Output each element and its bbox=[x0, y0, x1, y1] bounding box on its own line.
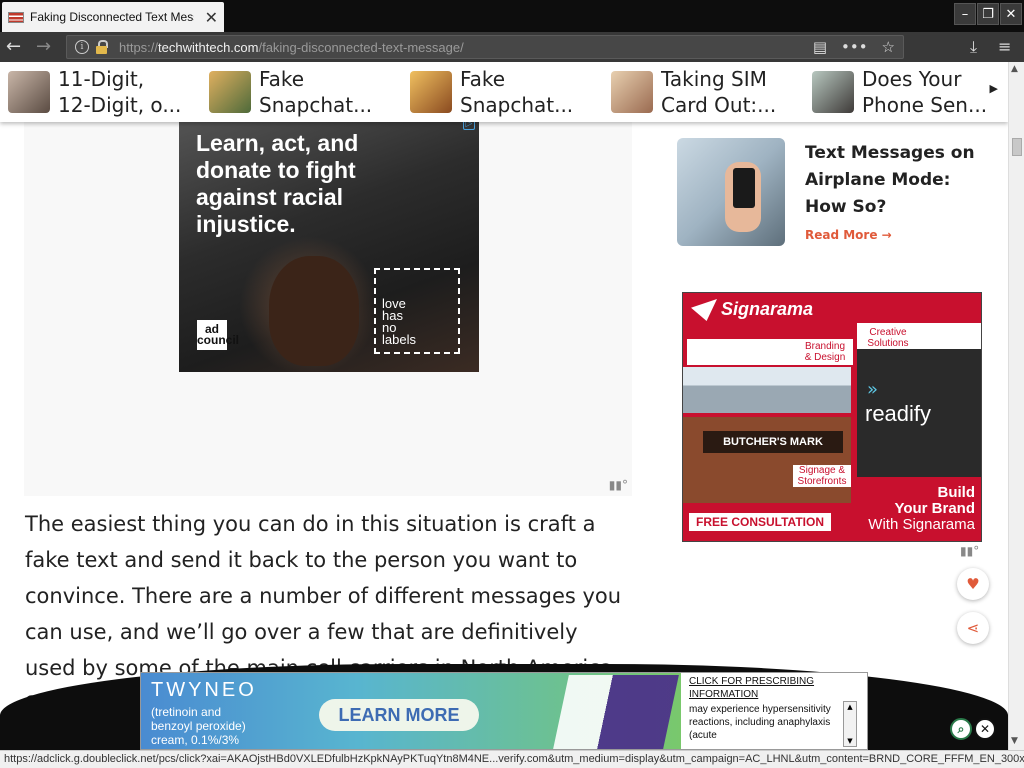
minimize-icon[interactable]: – bbox=[954, 3, 976, 25]
related-title-line: Phone Sen... bbox=[862, 93, 988, 117]
ad-network-icon[interactable]: ▮▮° bbox=[609, 478, 628, 492]
prescribing-info: CLICK FOR PRESCRIBING INFORMATION may ex… bbox=[689, 675, 839, 742]
reader-icon[interactable]: ▤ bbox=[813, 38, 827, 56]
related-articles-strip: 11-Digit, 12-Digit, o... Fake Snapchat... … bbox=[0, 62, 1008, 122]
signarama-logo-icon bbox=[691, 299, 717, 321]
scroll-thumb[interactable] bbox=[1012, 138, 1022, 156]
tagline-line: Your Brand bbox=[894, 500, 975, 517]
close-ad-icon[interactable]: ✕ bbox=[974, 718, 996, 740]
related-title-line: Fake bbox=[460, 67, 506, 91]
related-thumb bbox=[209, 71, 251, 113]
scroll-down-icon[interactable]: ▼ bbox=[844, 736, 856, 746]
related-title-line: 11-Digit, bbox=[58, 67, 145, 91]
branding-panel: Branding & Design bbox=[687, 339, 853, 365]
address-bar[interactable]: i https://techwithtech.com/faking-discon… bbox=[66, 35, 904, 59]
signage-label: Signage & Storefronts bbox=[793, 465, 851, 487]
related-title-line: 12-Digit, o... bbox=[58, 93, 182, 117]
tagline-line: Build bbox=[937, 484, 976, 501]
related-title-line: Snapchat... bbox=[460, 93, 574, 117]
info-icon[interactable]: i bbox=[75, 40, 89, 54]
ad-headline: Learn, act, and donate to fight against … bbox=[196, 130, 359, 237]
learn-more-button[interactable]: LEARN MORE bbox=[319, 699, 479, 731]
download-icon[interactable]: ⤓ bbox=[970, 37, 977, 57]
browser-tab[interactable]: Faking Disconnected Text Message ✕ bbox=[2, 2, 224, 32]
tab-close-icon[interactable]: ✕ bbox=[205, 8, 218, 27]
flag-favicon-icon bbox=[8, 11, 24, 23]
forward-icon[interactable]: → bbox=[36, 37, 51, 57]
heart-icon[interactable]: ♥ bbox=[957, 568, 989, 600]
readify-arrow-icon: » bbox=[867, 379, 879, 400]
creative-panel: Creative Solutions bbox=[857, 323, 981, 349]
product-tube-image bbox=[553, 675, 679, 749]
related-title-line: Does Your bbox=[862, 67, 962, 91]
related-thumb bbox=[410, 71, 452, 113]
ad-info-icon[interactable]: ⌕ bbox=[950, 718, 972, 740]
prescribing-info-link[interactable]: CLICK FOR PRESCRIBING INFORMATION bbox=[689, 675, 839, 701]
related-item[interactable]: 11-Digit, 12-Digit, o... bbox=[0, 66, 201, 118]
signarama-tagline: Build Your Brand With Signarama bbox=[868, 485, 975, 533]
related-item[interactable]: Fake Snapchat... bbox=[402, 66, 603, 118]
page-viewport: 11-Digit, 12-Digit, o... Fake Snapchat... … bbox=[0, 62, 1008, 750]
related-item[interactable]: Taking SIM Card Out:... bbox=[603, 66, 804, 118]
signarama-ad[interactable]: Signarama Branding & Design Creative Sol… bbox=[682, 292, 982, 542]
scroll-up-icon[interactable]: ▲ bbox=[1011, 64, 1018, 74]
phone-image bbox=[733, 168, 755, 208]
related-title-line: Card Out:... bbox=[661, 93, 777, 117]
related-title-line: Fake bbox=[259, 67, 305, 91]
free-consultation-button[interactable]: FREE CONSULTATION bbox=[689, 513, 831, 531]
in-article-ad-zone: Learn, act, and donate to fight against … bbox=[24, 116, 632, 496]
share-icon[interactable]: ⋖ bbox=[957, 612, 989, 644]
chevron-right-icon[interactable]: ▶ bbox=[990, 82, 998, 95]
scroll-down-icon[interactable]: ▼ bbox=[1011, 736, 1018, 746]
tab-bar: Faking Disconnected Text Message ✕ – ❐ ✕ bbox=[0, 0, 1024, 32]
status-bar: https://adclick.g.doubleclick.net/pcs/cl… bbox=[0, 750, 1024, 768]
sidebar-article-card[interactable]: Text Messages on Airplane Mode: How So? … bbox=[677, 138, 997, 248]
twyneo-banner-ad[interactable]: TWYNEO (tretinoin and benzoyl peroxide) … bbox=[140, 672, 868, 750]
creative-label: Creative Solutions bbox=[867, 327, 909, 349]
ad-council-banner[interactable]: Learn, act, and donate to fight against … bbox=[179, 116, 479, 372]
read-more-link[interactable]: Read More → bbox=[805, 228, 892, 242]
readify-office-image: » readify bbox=[857, 349, 981, 477]
related-title-line: Snapchat... bbox=[259, 93, 373, 117]
twyneo-logo: TWYNEO bbox=[151, 679, 257, 701]
url-text[interactable]: https://techwithtech.com/faking-disconne… bbox=[119, 40, 464, 55]
restore-icon[interactable]: ❐ bbox=[977, 3, 999, 25]
ad-photo-figure bbox=[269, 256, 359, 366]
branding-label: Branding & Design bbox=[804, 341, 846, 363]
isi-scrollbar[interactable]: ▲ ▼ bbox=[843, 701, 857, 747]
related-thumb bbox=[8, 71, 50, 113]
lock-icon[interactable] bbox=[95, 40, 109, 54]
back-icon[interactable]: ← bbox=[6, 37, 21, 57]
related-thumb bbox=[812, 71, 854, 113]
related-item[interactable]: Does Your Phone Sen... bbox=[804, 66, 1005, 118]
navigation-bar: ← → i https://techwithtech.com/faking-di… bbox=[0, 32, 1024, 62]
twyneo-creative: TWYNEO (tretinoin and benzoyl peroxide) … bbox=[141, 673, 681, 749]
safety-text: may experience hypersensitivity reaction… bbox=[689, 704, 831, 741]
sidebar-thumb[interactable] bbox=[677, 138, 785, 246]
store-sign: BUTCHER'S MARK bbox=[703, 431, 843, 453]
car-image bbox=[683, 367, 851, 413]
signarama-logo: Signarama bbox=[721, 299, 814, 319]
love-has-no-labels-text: love has no labels bbox=[382, 296, 416, 347]
tab-title: Faking Disconnected Text Message bbox=[30, 10, 194, 24]
close-window-icon[interactable]: ✕ bbox=[1000, 3, 1022, 25]
storefront-image: BUTCHER'S MARK Signage & Storefronts bbox=[683, 417, 851, 503]
tagline-line: With Signarama bbox=[868, 516, 975, 533]
ad-council-logo: ad council bbox=[197, 320, 239, 350]
related-item[interactable]: Fake Snapchat... bbox=[201, 66, 402, 118]
readify-text: readify bbox=[865, 401, 932, 426]
twyneo-subtitle: (tretinoin and benzoyl peroxide) cream, … bbox=[151, 705, 246, 747]
related-title-line: Taking SIM bbox=[661, 67, 767, 91]
scroll-up-icon[interactable]: ▲ bbox=[844, 702, 856, 712]
more-icon[interactable]: ••• bbox=[841, 38, 868, 56]
love-has-no-labels-logo: love has no labels bbox=[374, 268, 460, 354]
related-thumb bbox=[611, 71, 653, 113]
sidebar-article-title[interactable]: Text Messages on Airplane Mode: How So? bbox=[805, 140, 995, 221]
bookmark-icon[interactable]: ☆ bbox=[882, 38, 895, 56]
page-scrollbar[interactable]: ▲ ▼ bbox=[1008, 62, 1024, 750]
menu-icon[interactable]: ≡ bbox=[998, 37, 1011, 57]
ad-network-icon[interactable]: ▮▮° bbox=[960, 544, 979, 558]
